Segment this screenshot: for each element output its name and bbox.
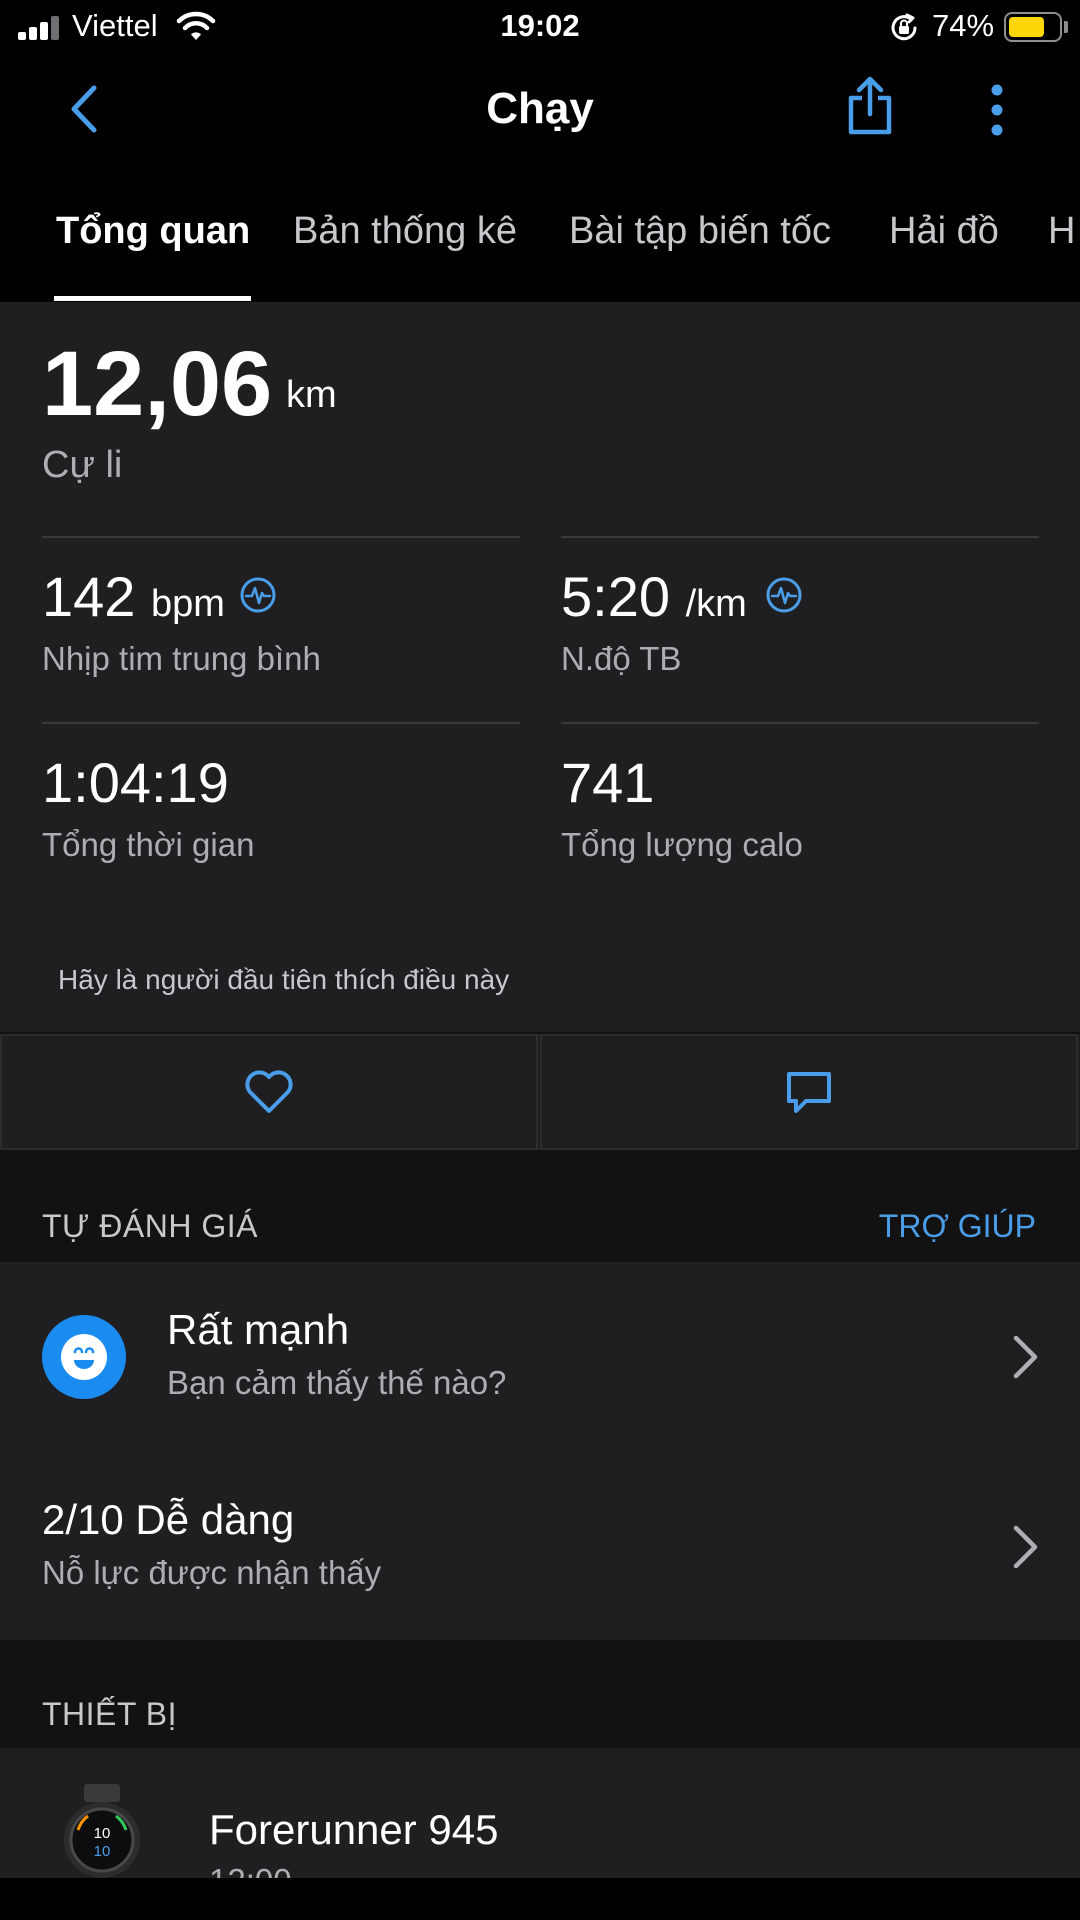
tab-map[interactable]: Hải đồ	[889, 210, 999, 253]
battery-fill	[1009, 17, 1044, 37]
total-time-value: 1:04:19	[42, 751, 229, 814]
battery-icon	[1004, 12, 1062, 42]
divider	[561, 536, 1039, 538]
device-subtitle: 12:00	[209, 1862, 292, 1878]
like-hint: Hãy là người đầu tiên thích điều này	[58, 964, 510, 995]
heart-rate-value: 142	[42, 565, 136, 628]
like-button[interactable]	[0, 1034, 538, 1150]
divider	[561, 722, 1039, 724]
divider	[42, 722, 520, 724]
tab-bar: Tổng quan Bản thống kê Bài tập biến tốc …	[0, 160, 1080, 302]
chevron-right-icon	[1013, 1335, 1038, 1379]
pace-stat: 5:20 /km	[561, 564, 747, 629]
help-link[interactable]: TRỢ GIÚP	[879, 1208, 1036, 1245]
smiley-icon	[42, 1315, 126, 1399]
heart-icon	[245, 1070, 293, 1113]
svg-text:10: 10	[94, 1825, 111, 1842]
mood-title: Rất mạnh	[167, 1306, 350, 1353]
heart-rate-unit: bpm	[151, 583, 225, 625]
mood-row[interactable]: Rất mạnh Bạn cảm thấy thế nào?	[0, 1262, 1080, 1452]
distance-unit: km	[286, 374, 337, 416]
bottom-bar	[0, 1878, 1080, 1920]
divider	[42, 536, 520, 538]
tab-statistics[interactable]: Bản thống kê	[293, 210, 517, 253]
watch-icon: 10 10	[64, 1784, 140, 1878]
section-title: TỰ ĐÁNH GIÁ	[42, 1208, 258, 1244]
status-bar: Viettel 19:02 74%	[0, 0, 1080, 56]
distance-value: 12,06	[42, 333, 273, 435]
effort-row[interactable]: 2/10 Dễ dàng Nỗ lực được nhận thấy	[0, 1452, 1080, 1640]
device-row[interactable]: 10 10 Forerunner 945 12:00	[0, 1748, 1080, 1878]
tab-interval-workout[interactable]: Bài tập biến tốc	[569, 210, 831, 253]
overview-card: 12,06 km Cự li 142 bpm Nhịp tim trung bì…	[0, 302, 1080, 1032]
heart-rate-sensor-icon	[766, 577, 802, 613]
device-header: THIẾT BỊ	[0, 1640, 1080, 1748]
total-time-label: Tổng thời gian	[42, 826, 255, 863]
pace-unit: /km	[685, 583, 747, 625]
battery-percent: 74%	[932, 8, 995, 43]
rotation-lock-icon	[891, 13, 917, 41]
active-tab-indicator	[54, 296, 251, 301]
effort-title: 2/10 Dễ dàng	[42, 1496, 295, 1543]
self-evaluation-header: TỰ ĐÁNH GIÁ TRỢ GIÚP	[0, 1152, 1080, 1262]
comment-button[interactable]	[540, 1034, 1078, 1150]
nav-bar: Chạy	[0, 56, 1080, 160]
more-vertical-icon[interactable]	[980, 82, 1014, 138]
page-title: Chạy	[486, 84, 594, 133]
pace-value: 5:20	[561, 565, 670, 628]
mood-subtitle: Bạn cảm thấy thế nào?	[167, 1364, 507, 1401]
heart-rate-label: Nhịp tim trung bình	[42, 640, 321, 677]
distance-label: Cự li	[42, 444, 123, 486]
action-bar	[0, 1032, 1080, 1152]
section-title: THIẾT BỊ	[42, 1696, 177, 1732]
heart-rate-sensor-icon	[240, 577, 276, 613]
share-icon[interactable]	[842, 76, 898, 136]
calories-value: 741	[561, 751, 655, 814]
comment-icon	[787, 1072, 831, 1113]
battery-nub	[1064, 21, 1068, 33]
svg-text:10: 10	[94, 1843, 111, 1860]
tab-next-partial[interactable]: H	[1048, 210, 1075, 253]
device-name: Forerunner 945	[209, 1806, 499, 1853]
pace-label: N.độ TB	[561, 640, 682, 677]
tab-overview[interactable]: Tổng quan	[56, 210, 250, 253]
calories-label: Tổng lượng calo	[561, 826, 803, 863]
effort-subtitle: Nỗ lực được nhận thấy	[42, 1554, 382, 1591]
heart-rate-stat: 142 bpm	[42, 564, 225, 629]
chevron-right-icon	[1013, 1525, 1038, 1569]
